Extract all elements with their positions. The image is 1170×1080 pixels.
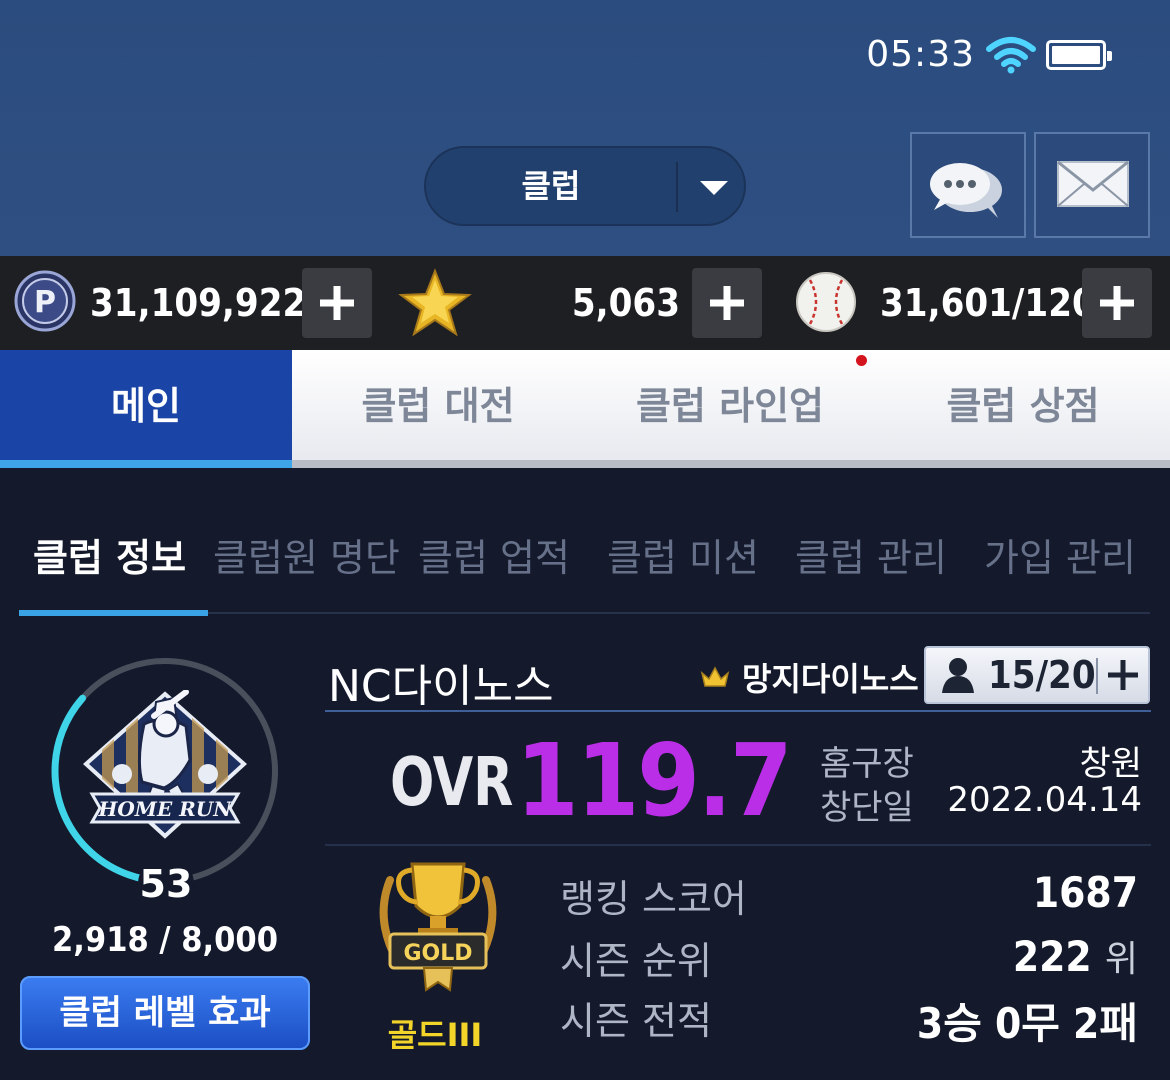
tab-bar-bottom-line (292, 460, 1170, 468)
baseball-icon (796, 272, 856, 332)
add-member-icon[interactable] (1106, 658, 1140, 692)
home-stadium-value: 창원 (1079, 744, 1142, 784)
add-balls-button[interactable] (1082, 268, 1152, 338)
tab-club-lineup[interactable]: 클럽 라인업 (584, 350, 876, 462)
tab-main[interactable]: 메인 (0, 350, 292, 462)
member-count-box[interactable]: 15/20 (924, 646, 1150, 704)
status-time: 05:33 (866, 34, 975, 75)
menu-dropdown-label: 클럽 (521, 167, 581, 205)
crown-icon (700, 666, 730, 687)
emblem-text: HOME RUN (97, 797, 232, 821)
chat-bubble-icon (930, 163, 1002, 218)
subtab-member-list[interactable]: 클럽원 명단 (213, 528, 400, 588)
founded-date-value: 2022.04.14 (947, 780, 1142, 820)
svg-text:P: P (34, 285, 56, 320)
add-stars-button[interactable] (692, 268, 762, 338)
star-icon (398, 268, 472, 337)
badge-text: GOLD (403, 941, 472, 966)
subtab-divider (208, 612, 1150, 614)
info-divider (325, 844, 1151, 846)
notification-dot (856, 355, 867, 366)
stars-value: 5,063 (571, 281, 680, 325)
season-rank-value: 222 위 (1013, 930, 1138, 982)
ranking-score-value: 1687 (1032, 868, 1138, 917)
ovr-label: OVR (390, 742, 514, 822)
balls-value: 31,601/120 (880, 281, 1096, 325)
ranking-score-label: 랭킹 스코어 (560, 877, 747, 921)
points-coin-icon: P (14, 270, 76, 332)
club-exp: 2,918 / 8,000 (52, 920, 278, 960)
founded-date-label: 창단일 (820, 788, 914, 828)
menu-dropdown[interactable]: 클럽 (424, 146, 746, 226)
chevron-down-icon (700, 181, 728, 195)
season-rank-unit: 위 (1104, 939, 1138, 980)
member-count: 15/20 (988, 653, 1096, 697)
season-record-label: 시즌 전적 (560, 999, 712, 1043)
envelope-icon (1057, 160, 1129, 207)
wifi-icon (986, 37, 1036, 74)
tab-club-battle[interactable]: 클럽 대전 (292, 350, 584, 462)
club-name-divider (325, 710, 1151, 712)
menu-dropdown-divider (676, 162, 678, 212)
club-emblem-logo: HOME RUN (83, 690, 247, 839)
add-points-button[interactable] (302, 268, 372, 338)
club-level-effect-button[interactable]: 클럽 레벨 효과 (20, 976, 310, 1050)
active-tab-indicator (0, 460, 292, 468)
tab-club-shop[interactable]: 클럽 상점 (876, 350, 1170, 462)
ovr-value: 119.7 (516, 722, 793, 839)
battery-icon (1046, 40, 1112, 70)
active-subtab-indicator (19, 610, 208, 616)
mail-button[interactable] (1034, 132, 1150, 238)
club-leader-name: 망지다이노스 (742, 660, 919, 698)
person-icon (942, 658, 974, 693)
season-rank-number: 222 (1012, 932, 1092, 981)
points-value: 31,109,922 (90, 281, 307, 325)
season-rank-label: 시즌 순위 (560, 939, 712, 983)
subtab-club-missions[interactable]: 클럽 미션 (607, 528, 759, 588)
subtab-club-management[interactable]: 클럽 관리 (795, 528, 947, 588)
member-box-divider (1096, 658, 1098, 694)
chat-button[interactable] (910, 132, 1026, 238)
home-stadium-label: 홈구장 (820, 744, 914, 784)
season-record-value: 3승 0무 2패 (916, 999, 1138, 1048)
tier-name: 골드III (387, 1016, 483, 1054)
subtab-join-management[interactable]: 가입 관리 (984, 528, 1136, 588)
gold-tier-badge-icon: GOLD (379, 862, 497, 992)
club-level: 53 (138, 856, 194, 912)
subtab-club-info[interactable]: 클럽 정보 (33, 528, 186, 588)
club-name: NC다이노스 (328, 661, 554, 712)
subtab-club-achievements[interactable]: 클럽 업적 (418, 528, 570, 588)
